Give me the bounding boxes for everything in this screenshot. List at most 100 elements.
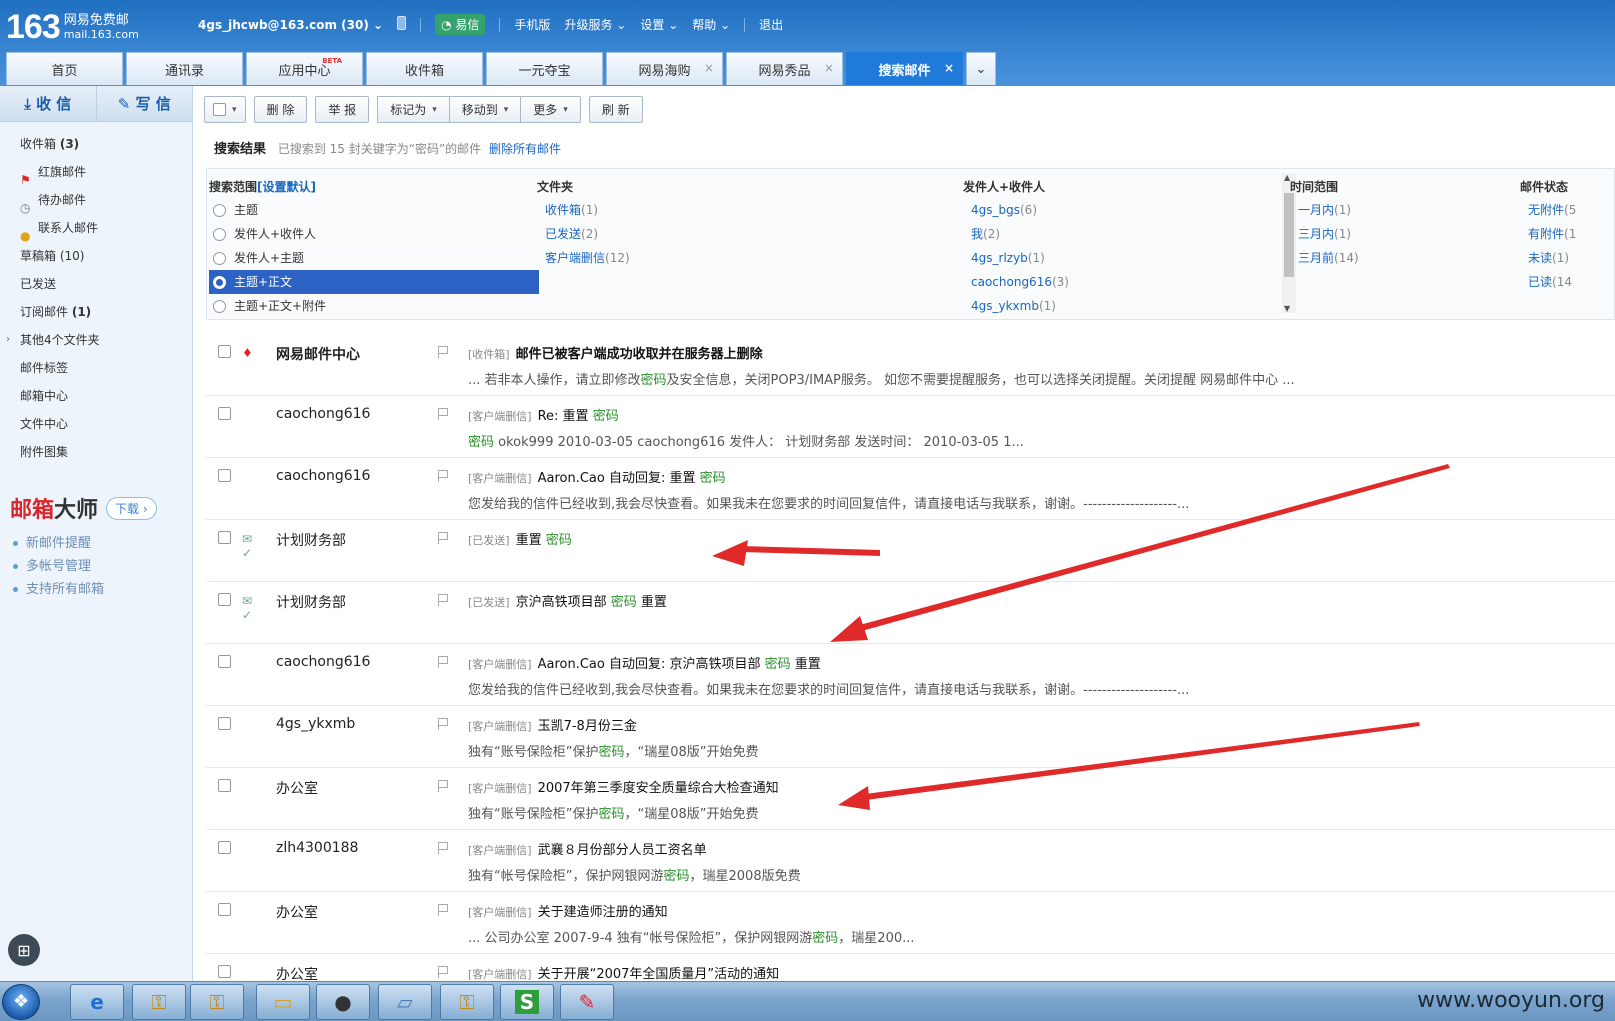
start-button[interactable] — [2, 984, 40, 1020]
flag-icon[interactable] — [438, 594, 448, 606]
key-app-icon[interactable]: ⚿ — [440, 984, 494, 1020]
mail-subject[interactable]: [客户端删信] 关于开展“2007年全国质量月”活动的通知 — [468, 963, 779, 982]
logout-link[interactable]: 退出 — [759, 16, 783, 33]
flag-icon[interactable] — [438, 470, 448, 482]
close-icon[interactable]: × — [704, 61, 714, 75]
people-filter-link[interactable]: caochong616(3) — [963, 270, 1263, 294]
tab-contacts[interactable]: 通讯录 — [126, 52, 243, 85]
mail-subject[interactable]: [已发送] 重置 密码 — [468, 529, 572, 548]
flag-icon[interactable] — [438, 780, 448, 792]
folder-contacts-mail[interactable]: ● 联系人邮件 — [0, 214, 192, 243]
mail-row[interactable]: caochong616 [客户端删信] Re: 重置 密码 密码 okok999 … — [206, 396, 1615, 458]
radio-button[interactable] — [213, 275, 226, 289]
phone-icon[interactable] — [397, 16, 407, 33]
mail-subject[interactable]: [已发送] 京沪高铁项目部 密码 重置 — [468, 591, 667, 610]
folder-subscriptions[interactable]: 订阅邮件 (1) — [0, 298, 192, 326]
checkbox[interactable] — [218, 469, 231, 482]
mail-row[interactable]: zlh4300188 [客户端删信] 武襄８月份部分人员工资名单 独有“帐号保险柜… — [206, 830, 1615, 892]
people-filter-link[interactable]: 4gs_ykxmb(1) — [963, 294, 1263, 318]
folder-sent[interactable]: 已发送 — [0, 270, 192, 298]
status-filter-link[interactable]: 无附件(5 — [1520, 198, 1615, 222]
tab-search-mail[interactable]: 搜索邮件 × — [846, 52, 963, 85]
flag-icon[interactable] — [438, 904, 448, 916]
move-to-dropdown[interactable]: 移动到 ▾ — [448, 96, 521, 123]
tab-more-button[interactable]: ⌄ — [966, 52, 996, 85]
folder-filter-link[interactable]: 收件箱(1) — [537, 198, 837, 222]
folder-filter-link[interactable]: 已发送(2) — [537, 222, 837, 246]
flag-icon[interactable] — [438, 966, 448, 978]
flag-icon[interactable] — [438, 532, 448, 544]
flag-icon[interactable] — [438, 346, 448, 358]
set-default-link[interactable]: [设置默认] — [257, 180, 316, 194]
checkbox[interactable] — [218, 655, 231, 668]
help-menu[interactable]: 帮助 ⌄ — [692, 16, 730, 33]
mail-row[interactable]: ♦ 网易邮件中心 [收件箱] 邮件已被客户端成功收取并在服务器上删除 ... 若非… — [206, 334, 1615, 396]
mail-subject[interactable]: [客户端删信] 关于建造师注册的通知 — [468, 901, 668, 920]
folder-file-center[interactable]: 文件中心 — [0, 410, 192, 438]
scroll-down-icon[interactable]: ▼ — [1284, 304, 1290, 313]
chevron-right-icon[interactable]: › — [6, 326, 10, 354]
logo[interactable]: 163 网易免费邮 mail.163.com — [6, 8, 139, 47]
folder-filter-link[interactable]: 客户端删信(12) — [537, 246, 837, 270]
mark-as-dropdown[interactable]: 标记为 ▾ — [377, 96, 449, 123]
scope-option-selected[interactable]: 主题+正文 — [209, 270, 539, 294]
status-filter-link[interactable]: 有附件(1 — [1520, 222, 1615, 246]
mail-subject[interactable]: [客户端删信] 武襄８月份部分人员工资名单 — [468, 839, 707, 858]
folder-tags[interactable]: 邮件标签 — [0, 354, 192, 382]
scope-option[interactable]: 发件人+收件人 — [209, 222, 539, 246]
folder-others[interactable]: › 其他4个文件夹 — [0, 326, 192, 354]
scope-option[interactable]: 发件人+主题 — [209, 246, 539, 270]
report-button[interactable]: 举 报 — [315, 96, 370, 123]
checkbox[interactable] — [213, 103, 226, 116]
radio-button[interactable] — [213, 203, 226, 217]
folder-todo[interactable]: ◷ 待办邮件 — [0, 186, 192, 215]
more-dropdown[interactable]: 更多 ▾ — [520, 96, 581, 123]
notebook-icon[interactable]: ▱ — [378, 984, 432, 1020]
promo-download-button[interactable]: 下载 › — [106, 496, 157, 520]
scope-option[interactable]: 主题 — [209, 198, 539, 222]
apps-grid-icon[interactable]: ⊞ — [8, 934, 40, 966]
checkbox[interactable] — [218, 903, 231, 916]
refresh-button[interactable]: 刷 新 — [588, 96, 643, 123]
time-filter-link[interactable]: 一月内(1) — [1290, 198, 1510, 222]
people-filter-link[interactable]: 我(2) — [963, 222, 1263, 246]
people-filter-link[interactable]: 4gs_bgs(6) — [963, 198, 1263, 222]
status-filter-link[interactable]: 已读(14 — [1520, 270, 1615, 294]
receive-button[interactable]: ⤓ 收 信 — [0, 86, 97, 121]
key-app-icon[interactable]: ⚿ — [132, 984, 186, 1020]
folder-drafts[interactable]: 草稿箱 (10) — [0, 242, 192, 270]
write-button[interactable]: ✎ 写 信 — [97, 86, 193, 121]
delete-all-link[interactable]: 删除所有邮件 — [489, 142, 561, 156]
mail-subject[interactable]: [客户端删信] Aaron.Cao 自动回复: 京沪高铁项目部 密码 重置 — [468, 653, 821, 672]
radio-button[interactable] — [213, 227, 226, 241]
qq-icon[interactable]: ● — [316, 984, 370, 1020]
close-icon[interactable]: × — [824, 61, 834, 75]
folder-flagged[interactable]: ⚑ 红旗邮件 — [0, 158, 192, 187]
checkbox[interactable] — [218, 593, 231, 606]
folder-inbox[interactable]: 收件箱 (3) — [0, 130, 192, 158]
select-all-dropdown[interactable]: ▾ — [204, 96, 246, 123]
folder-attachments[interactable]: 附件图集 — [0, 438, 192, 466]
mail-subject[interactable]: [客户端删信] Aaron.Cao 自动回复: 重置 密码 — [468, 467, 726, 486]
mail-row[interactable]: caochong616 [客户端删信] Aaron.Cao 自动回复: 重置 密码… — [206, 458, 1615, 520]
mail-subject[interactable]: [客户端删信] 玉凯7-8月份三金 — [468, 715, 637, 734]
mail-subject[interactable]: [客户端删信] Re: 重置 密码 — [468, 405, 619, 424]
tab-home[interactable]: 首页 — [6, 52, 123, 85]
checkbox[interactable] — [218, 407, 231, 420]
mail-row[interactable]: caochong616 [客户端删信] Aaron.Cao 自动回复: 京沪高铁项… — [206, 644, 1615, 706]
checkbox[interactable] — [218, 717, 231, 730]
mobile-link[interactable]: 手机版 — [514, 16, 550, 33]
checkbox[interactable] — [218, 345, 231, 358]
mail-subject[interactable]: [客户端删信] 2007年第三季度安全质量综合大检查通知 — [468, 777, 779, 796]
mail-subject[interactable]: [收件箱] 邮件已被客户端成功收取并在服务器上删除 — [468, 343, 763, 362]
flag-icon[interactable] — [438, 408, 448, 420]
delete-button[interactable]: 删 除 — [253, 96, 308, 123]
settings-menu[interactable]: 设置 ⌄ — [640, 16, 678, 33]
account-menu[interactable]: 4gs_jhcwb@163.com (30) ⌄ — [198, 18, 383, 32]
folder-icon[interactable]: ▭ — [256, 984, 310, 1020]
mail-row[interactable]: ✉✓ 计划财务部 [已发送] 重置 密码 — [206, 520, 1615, 582]
checkbox[interactable] — [218, 965, 231, 978]
flag-icon[interactable] — [438, 718, 448, 730]
tab-app-center[interactable]: 应用中心 BETA — [246, 52, 363, 85]
time-filter-link[interactable]: 三月前(14) — [1290, 246, 1510, 270]
